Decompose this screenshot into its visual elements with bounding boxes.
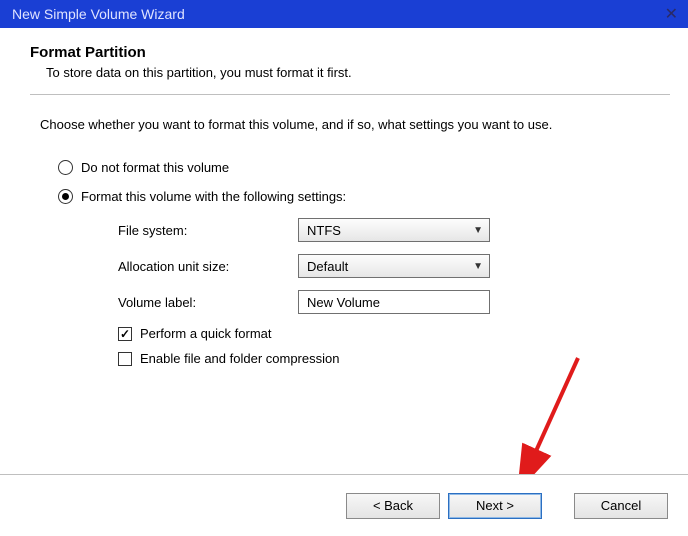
page-title: Format Partition [30, 44, 670, 61]
volume-label-value: New Volume [307, 295, 380, 310]
window-title: New Simple Volume Wizard [12, 6, 185, 22]
radio-format[interactable]: Format this volume with the following se… [58, 189, 670, 204]
volume-label-input[interactable]: New Volume [298, 290, 490, 314]
header-section: Format Partition To store data on this p… [30, 44, 670, 80]
next-button[interactable]: Next > [448, 493, 542, 519]
allocation-select[interactable]: Default ▼ [298, 254, 490, 278]
filesystem-value: NTFS [307, 223, 341, 238]
compression-check[interactable]: Enable file and folder compression [118, 351, 670, 366]
button-bar: < Back Next > Cancel [0, 474, 688, 536]
allocation-row: Allocation unit size: Default ▼ [118, 254, 670, 278]
compression-label: Enable file and folder compression [140, 351, 339, 366]
quick-format-label: Perform a quick format [140, 326, 272, 341]
cancel-button[interactable]: Cancel [574, 493, 668, 519]
radio-no-format-label: Do not format this volume [81, 160, 229, 175]
divider [30, 94, 670, 95]
allocation-value: Default [307, 259, 348, 274]
chevron-down-icon: ▼ [473, 261, 483, 272]
titlebar: New Simple Volume Wizard ✕ [0, 0, 688, 28]
filesystem-label: File system: [118, 223, 298, 238]
filesystem-select[interactable]: NTFS ▼ [298, 218, 490, 242]
back-button[interactable]: < Back [346, 493, 440, 519]
close-icon[interactable]: ✕ [665, 4, 678, 24]
back-button-label: < Back [373, 498, 413, 513]
wizard-content: Format Partition To store data on this p… [0, 28, 688, 366]
checkbox-icon [118, 352, 132, 366]
quick-format-check[interactable]: Perform a quick format [118, 326, 670, 341]
filesystem-row: File system: NTFS ▼ [118, 218, 670, 242]
next-button-label: Next > [476, 498, 514, 513]
format-settings: File system: NTFS ▼ Allocation unit size… [118, 218, 670, 366]
chevron-down-icon: ▼ [473, 225, 483, 236]
page-subtitle: To store data on this partition, you mus… [46, 65, 670, 80]
allocation-label: Allocation unit size: [118, 259, 298, 274]
cancel-button-label: Cancel [601, 498, 641, 513]
radio-format-label: Format this volume with the following se… [81, 189, 346, 204]
radio-no-format[interactable]: Do not format this volume [58, 160, 670, 175]
instruction-text: Choose whether you want to format this v… [40, 117, 670, 132]
volume-label-label: Volume label: [118, 295, 298, 310]
checkbox-icon [118, 327, 132, 341]
radio-icon [58, 189, 73, 204]
radio-icon [58, 160, 73, 175]
volume-label-row: Volume label: New Volume [118, 290, 670, 314]
format-options-group: Do not format this volume Format this vo… [58, 160, 670, 366]
